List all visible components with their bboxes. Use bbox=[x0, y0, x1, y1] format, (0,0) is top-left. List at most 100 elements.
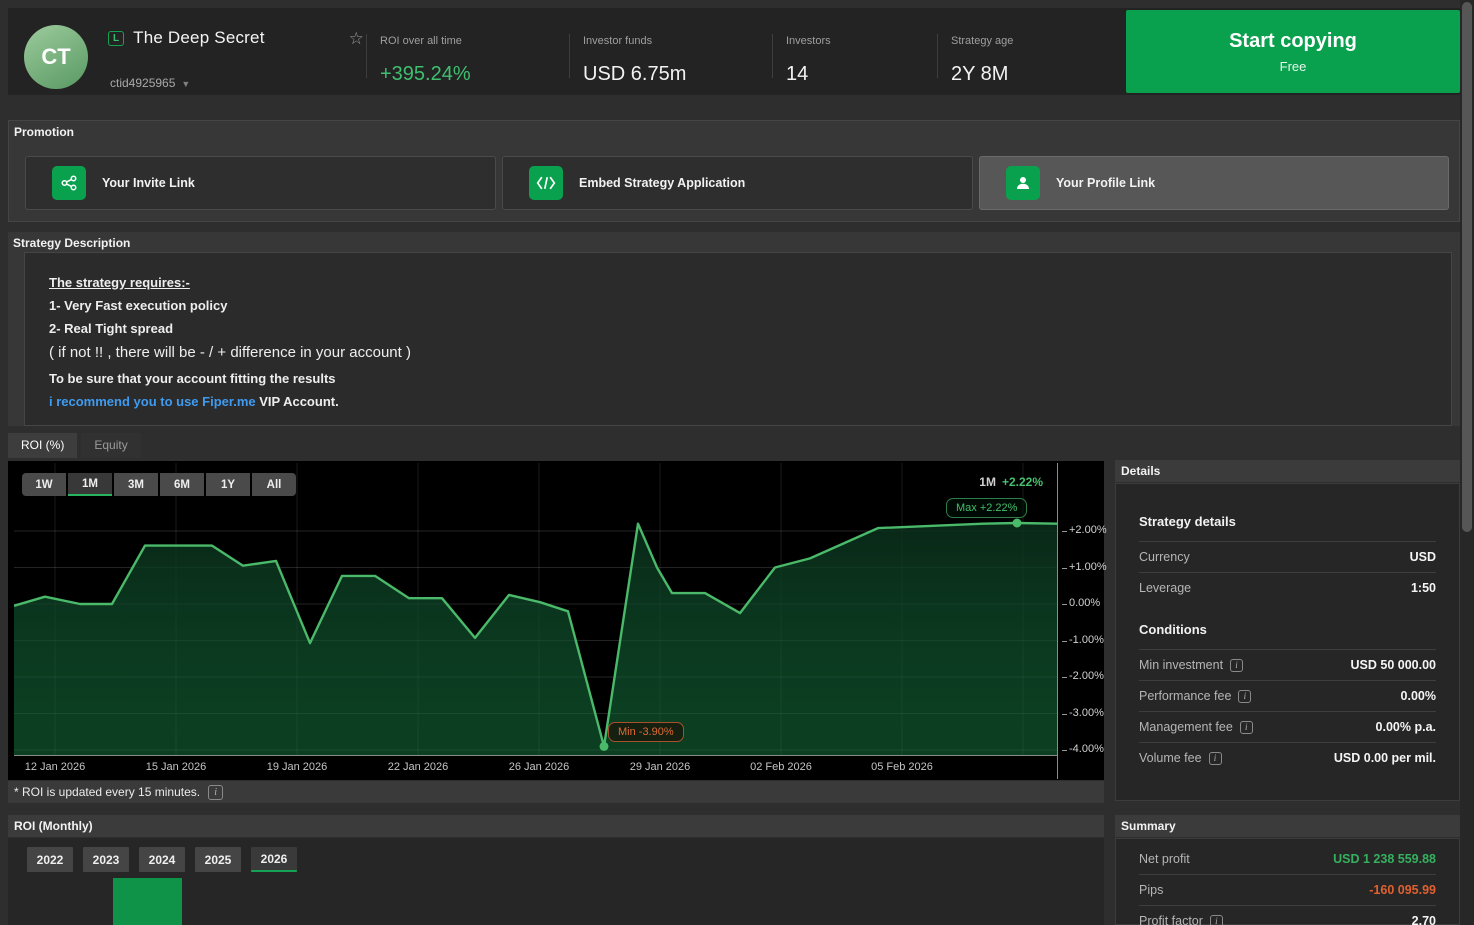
share-icon bbox=[52, 166, 86, 200]
info-icon[interactable]: i bbox=[208, 785, 223, 800]
x-axis-labels: 12 Jan 202615 Jan 202619 Jan 202622 Jan … bbox=[14, 755, 1057, 779]
row-label: Profit factor bbox=[1139, 914, 1203, 925]
info-icon[interactable]: i bbox=[1240, 721, 1253, 734]
vertical-scrollbar[interactable] bbox=[1460, 0, 1474, 925]
row-value: USD bbox=[1410, 550, 1436, 564]
monthly-roi-bar bbox=[113, 878, 182, 925]
tab-roi-percent[interactable]: ROI (%) bbox=[8, 433, 77, 458]
strategy-description-section: Strategy Description The strategy requir… bbox=[8, 232, 1460, 426]
summary-panel: Net profit USD 1 238 559.88 Pips -160 09… bbox=[1115, 838, 1460, 925]
description-line: 1- Very Fast execution policy bbox=[49, 298, 1451, 313]
start-copying-label: Start copying bbox=[1126, 30, 1460, 53]
year-2024-button[interactable]: 2024 bbox=[139, 847, 185, 872]
stat-divider bbox=[772, 34, 773, 78]
row-value: 1:50 bbox=[1411, 581, 1436, 595]
roi-monthly-header: ROI (Monthly) bbox=[8, 815, 1104, 837]
row-value: 0.00% p.a. bbox=[1376, 720, 1436, 734]
account-id: ctid4925965 bbox=[110, 76, 175, 90]
row-label: Volume fee bbox=[1139, 751, 1202, 765]
year-2026-button[interactable]: 2026 bbox=[251, 847, 297, 872]
details-header: Details bbox=[1115, 460, 1460, 482]
detail-row-currency: Currency USD bbox=[1139, 541, 1436, 572]
card-label: Your Profile Link bbox=[1056, 176, 1155, 190]
row-value: USD 50 000.00 bbox=[1351, 658, 1436, 672]
year-selector: 2022 2023 2024 2025 2026 bbox=[27, 847, 297, 872]
info-icon[interactable]: i bbox=[1238, 690, 1251, 703]
stat-value: 2Y 8M bbox=[951, 63, 1008, 86]
range-1w-button[interactable]: 1W bbox=[22, 473, 66, 496]
description-line: The strategy requires:- bbox=[49, 275, 1451, 290]
roi-chart-panel: +2.00%+1.00%0.00%-1.00%-2.00%-3.00%-4.00… bbox=[8, 461, 1104, 780]
roi-area-chart bbox=[14, 463, 1057, 755]
range-all-button[interactable]: All bbox=[252, 473, 296, 496]
avatar: CT bbox=[24, 25, 88, 89]
year-2022-button[interactable]: 2022 bbox=[27, 847, 73, 872]
strategy-description-text: The strategy requires:- 1- Very Fast exe… bbox=[24, 252, 1452, 426]
stat-value: +395.24% bbox=[380, 63, 471, 86]
roi-monthly-panel: 2022 2023 2024 2025 2026 bbox=[8, 838, 1104, 925]
detail-row-volume-fee: Volume fee i USD 0.00 per mil. bbox=[1139, 742, 1436, 773]
promotion-section: Promotion Your Invite Link Embed Strateg… bbox=[8, 120, 1460, 222]
period-range: 1M bbox=[979, 475, 996, 489]
stat-label: Investors bbox=[786, 35, 831, 47]
footnote-text: * ROI is updated every 15 minutes. bbox=[14, 785, 200, 799]
chevron-down-icon: ▼ bbox=[181, 79, 190, 89]
row-label: Pips bbox=[1139, 883, 1163, 897]
fiper-link[interactable]: i recommend you to use Fiper.me bbox=[49, 394, 256, 409]
detail-row-min-investment: Min investment i USD 50 000.00 bbox=[1139, 649, 1436, 680]
row-value: -160 095.99 bbox=[1369, 883, 1436, 897]
stat-divider bbox=[937, 34, 938, 78]
row-value: 2.70 bbox=[1412, 914, 1436, 925]
y-axis-labels: +2.00%+1.00%0.00%-1.00%-2.00%-3.00%-4.00… bbox=[1064, 463, 1104, 755]
strategy-header: CT L The Deep Secret ☆ ctid4925965▼ ROI … bbox=[8, 8, 1460, 95]
account-selector[interactable]: ctid4925965 ▼ bbox=[110, 76, 190, 90]
detail-row-management-fee: Management fee i 0.00% p.a. bbox=[1139, 711, 1436, 742]
detail-row-leverage: Leverage 1:50 bbox=[1139, 572, 1436, 603]
section-title: Promotion bbox=[14, 125, 74, 139]
scrollbar-thumb[interactable] bbox=[1462, 2, 1472, 532]
favorite-star-icon[interactable]: ☆ bbox=[349, 30, 364, 47]
year-2025-button[interactable]: 2025 bbox=[195, 847, 241, 872]
description-line: ( if not !! , there will be - / + differ… bbox=[49, 344, 1451, 361]
stat-value: 14 bbox=[786, 63, 808, 86]
row-label: Performance fee bbox=[1139, 689, 1231, 703]
row-label: Management fee bbox=[1139, 720, 1233, 734]
tab-equity[interactable]: Equity bbox=[81, 433, 140, 458]
invite-link-card[interactable]: Your Invite Link bbox=[25, 156, 496, 210]
stat-label: Investor funds bbox=[583, 35, 652, 47]
code-icon bbox=[529, 166, 563, 200]
details-panel: Strategy details Currency USD Leverage 1… bbox=[1115, 483, 1460, 801]
range-6m-button[interactable]: 6M bbox=[160, 473, 204, 496]
info-icon[interactable]: i bbox=[1230, 659, 1243, 672]
row-label: Currency bbox=[1139, 550, 1190, 564]
live-badge: L bbox=[108, 31, 124, 46]
card-label: Your Invite Link bbox=[102, 176, 195, 190]
year-2023-button[interactable]: 2023 bbox=[83, 847, 129, 872]
info-icon[interactable]: i bbox=[1210, 915, 1223, 925]
info-icon[interactable]: i bbox=[1209, 752, 1222, 765]
roi-update-footnote: * ROI is updated every 15 minutes. i bbox=[8, 781, 1104, 803]
range-1y-button[interactable]: 1Y bbox=[206, 473, 250, 496]
start-copying-sublabel: Free bbox=[1126, 59, 1460, 74]
range-1m-button[interactable]: 1M bbox=[68, 473, 112, 496]
period-value: +2.22% bbox=[1002, 475, 1043, 489]
row-label: Min investment bbox=[1139, 658, 1223, 672]
row-label: Net profit bbox=[1139, 852, 1190, 866]
y-axis-line bbox=[1057, 463, 1058, 779]
conditions-heading: Conditions bbox=[1139, 622, 1436, 637]
row-value: USD 0.00 per mil. bbox=[1334, 751, 1436, 765]
profile-link-card[interactable]: Your Profile Link bbox=[979, 156, 1449, 210]
summary-row-profit-factor: Profit factor i 2.70 bbox=[1139, 905, 1436, 925]
range-3m-button[interactable]: 3M bbox=[114, 473, 158, 496]
description-line: 2- Real Tight spread bbox=[49, 321, 1451, 336]
link-suffix: VIP Account. bbox=[256, 394, 339, 409]
stat-divider bbox=[569, 34, 570, 78]
page-title: The Deep Secret bbox=[133, 28, 265, 48]
period-roi-readout: 1M +2.22% bbox=[943, 475, 1043, 489]
summary-row-net-profit: Net profit USD 1 238 559.88 bbox=[1139, 843, 1436, 874]
min-roi-badge: Min -3.90% bbox=[608, 722, 684, 742]
description-line: To be sure that your account fitting the… bbox=[49, 371, 1451, 386]
embed-strategy-card[interactable]: Embed Strategy Application bbox=[502, 156, 973, 210]
start-copying-button[interactable]: Start copying Free bbox=[1126, 10, 1460, 93]
description-line: i recommend you to use Fiper.me VIP Acco… bbox=[49, 394, 1451, 409]
